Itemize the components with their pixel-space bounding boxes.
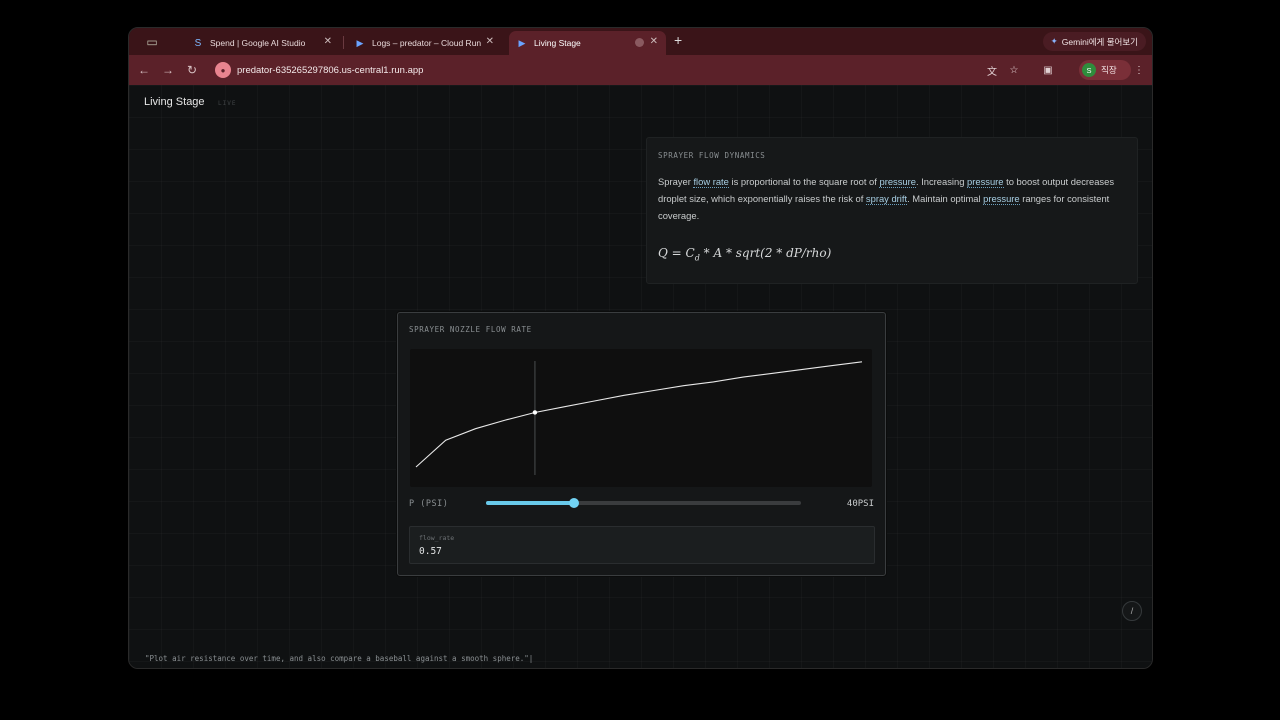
audio-icon[interactable] [635,38,644,47]
cloud-run-icon: ▶ [518,37,526,48]
keyword-link[interactable]: spray drift [865,192,908,205]
tab-ai-studio[interactable]: S Spend | Google AI Studio ✕ [185,31,340,55]
cloud-run-icon: ▶ [356,37,364,48]
tab-cloud-run-logs[interactable]: ▶ Logs – predator – Cloud Run ✕ [347,31,502,55]
flow-rate-line [415,361,863,468]
current-point-marker [532,410,538,415]
tab-search-icon[interactable]: ▭ [143,33,161,51]
bookmark-star-icon[interactable]: ☆ [1006,62,1022,78]
prompt-input[interactable]: "Plot air resistance over time, and also… [145,654,533,663]
keyword-link[interactable]: pressure [879,176,916,188]
flow-rate-chart[interactable] [410,349,872,487]
slider-fill [486,501,575,505]
new-tab-button[interactable]: + [674,32,682,48]
keyword-link[interactable]: pressure [967,176,1004,188]
gemini-button-label: Gemini에게 물어보기 [1061,36,1138,47]
close-icon[interactable]: ✕ [650,36,658,47]
plot-area[interactable] [410,349,872,487]
site-info-icon[interactable]: ● [215,62,231,78]
address-bar[interactable]: ● predator-635265297806.us-central1.run.… [209,59,959,81]
tab-strip: ▭ S Spend | Google AI Studio ✕ ▶ Logs – … [129,28,1152,55]
info-card-heading: SPRAYER FLOW DYNAMICS [658,151,766,160]
info-card-body: Sprayer flow rate is proportional to the… [658,174,1128,224]
formula: Q = Cd * A * sqrt(2 * dP/rho) [658,246,832,263]
url-text[interactable]: predator-635265297806.us-central1.run.ap… [237,65,423,76]
browser-window: ▭ S Spend | Google AI Studio ✕ ▶ Logs – … [128,27,1153,669]
keyword-link[interactable]: pressure [983,192,1020,205]
flow-rate-readout: flow_rate 0.57 [409,526,875,564]
chart-card: SPRAYER NOZZLE FLOW RATE P (PSI) 40PSI f… [397,312,886,576]
tab-title: Spend | Google AI Studio [210,38,306,48]
info-card: SPRAYER FLOW DYNAMICS Sprayer flow rate … [646,137,1138,284]
browser-toolbar: ← → ↻ ● predator-635265297806.us-central… [129,55,1152,85]
avatar: S [1082,63,1096,77]
reload-icon[interactable]: ↻ [183,61,201,79]
translate-icon[interactable]: 文 [984,62,1000,78]
menu-kebab-icon[interactable]: ⋮ [1131,62,1147,78]
body-text: . Maintain optimal [907,192,984,204]
param-label: P (PSI) [409,499,449,509]
live-badge: LIVE [218,100,237,107]
param-value: 40PSI [846,499,874,509]
tab-living-stage[interactable]: ▶ Living Stage ✕ [509,31,666,55]
tab-separator [343,36,344,49]
command-button[interactable]: / [1122,601,1142,621]
pressure-slider[interactable] [486,498,801,508]
back-icon[interactable]: ← [135,61,153,79]
page-title: Living Stage [144,96,205,108]
page-canvas: Living Stage LIVE SPRAYER FLOW DYNAMICS … [129,85,1152,668]
forward-icon[interactable]: → [159,61,177,79]
gemini-sparkle-icon: ✦ [1050,36,1058,46]
close-icon[interactable]: ✕ [486,36,494,47]
body-text: . Increasing [915,176,968,187]
tab-title: Living Stage [534,38,581,48]
keyword-link[interactable]: flow rate [693,176,729,188]
body-text: Sprayer [658,176,694,187]
chart-heading: SPRAYER NOZZLE FLOW RATE [409,325,532,334]
gemini-button[interactable]: ✦ Gemini에게 물어보기 [1042,32,1146,51]
close-icon[interactable]: ✕ [324,36,332,47]
readout-value: 0.57 [419,546,442,557]
side-panel-icon[interactable]: ▣ [1040,62,1056,78]
ai-studio-icon: S [194,37,202,49]
body-text: is proportional to the square root of [728,176,880,187]
slider-thumb[interactable] [569,498,580,508]
profile-button[interactable]: S 직장 [1079,60,1131,80]
readout-label: flow_rate [419,534,455,542]
profile-label: 직장 [1101,65,1117,75]
tab-title: Logs – predator – Cloud Run [372,38,482,48]
